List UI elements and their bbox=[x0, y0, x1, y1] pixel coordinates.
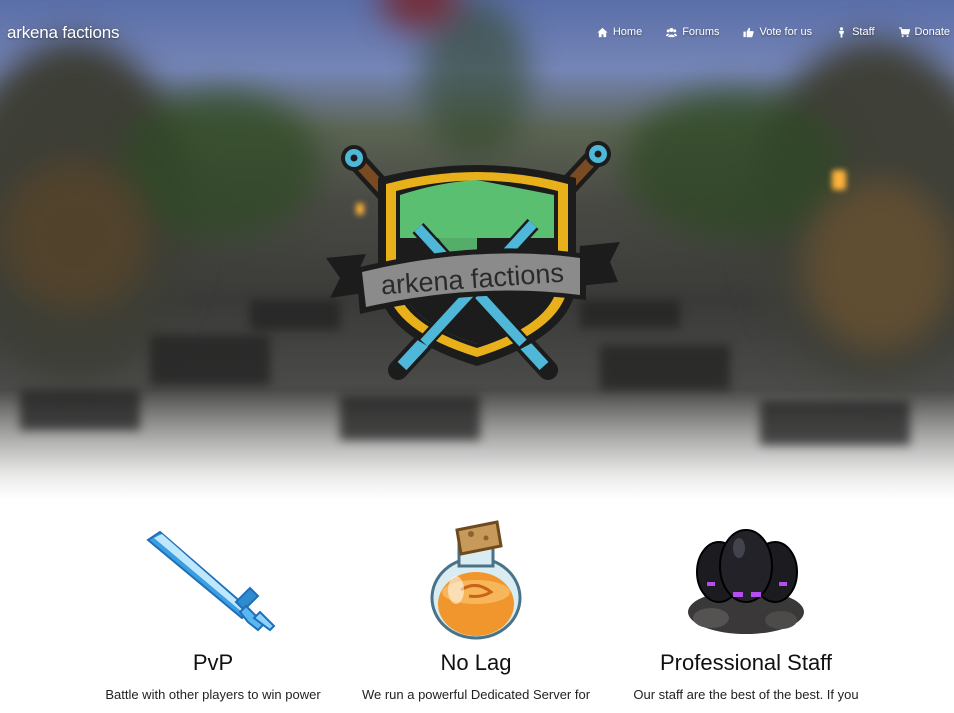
nav-menu: Home Forums Vote for us Staff Donate bbox=[573, 26, 950, 38]
home-icon bbox=[597, 27, 608, 37]
feature-no-lag: No Lag We run a powerful Dedicated Serve… bbox=[337, 500, 615, 702]
cart-icon bbox=[898, 26, 910, 37]
navbar: arkena factions Home Forums Vote for us … bbox=[0, 0, 954, 66]
arkena-factions-logo: arkena factions bbox=[326, 141, 620, 380]
nav-item-label: Donate bbox=[914, 26, 950, 38]
users-icon bbox=[666, 27, 678, 37]
nav-item-label: Staff bbox=[852, 26, 875, 38]
nav-item-donate[interactable]: Donate bbox=[898, 26, 950, 38]
features-section: PvP Battle with other players to win pow… bbox=[0, 500, 954, 713]
feature-text: Battle with other players to win power bbox=[105, 687, 321, 702]
feature-text: We run a powerful Dedicated Server for bbox=[361, 687, 591, 702]
nav-item-home[interactable]: Home bbox=[597, 26, 642, 38]
nav-item-vote[interactable]: Vote for us bbox=[743, 26, 812, 38]
nav-item-label: Home bbox=[612, 26, 643, 38]
potion-icon bbox=[430, 520, 522, 640]
nav-item-forums[interactable]: Forums bbox=[666, 26, 719, 38]
brand-link[interactable]: arkena factions bbox=[7, 23, 119, 43]
thumbs-up-icon bbox=[743, 27, 755, 37]
feature-pvp: PvP Battle with other players to win pow… bbox=[74, 500, 352, 702]
feature-text: Our staff are the best of the best. If y… bbox=[633, 687, 859, 702]
user-staff-icon bbox=[839, 26, 845, 38]
nav-item-label: Vote for us bbox=[759, 26, 813, 38]
nav-item-staff[interactable]: Staff bbox=[836, 26, 875, 38]
nav-item-label: Forums bbox=[682, 26, 720, 38]
feature-title: PvP bbox=[192, 650, 234, 675]
diamond-sword-icon bbox=[146, 530, 276, 632]
feature-staff: Professional Staff Our staff are the bes… bbox=[607, 500, 885, 702]
ender-eggs-icon bbox=[688, 529, 804, 634]
feature-title: Professional Staff bbox=[659, 650, 833, 675]
feature-title: No Lag bbox=[440, 650, 512, 675]
